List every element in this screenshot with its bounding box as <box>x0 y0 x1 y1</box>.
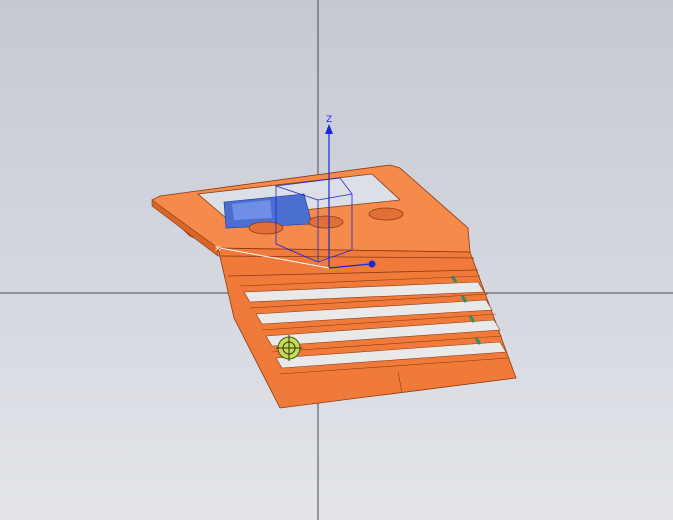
part-hole-2[interactable] <box>308 215 344 229</box>
part-hole-3[interactable] <box>368 207 404 221</box>
3d-viewport[interactable]: × Z <box>0 0 673 520</box>
part-model[interactable] <box>151 164 517 409</box>
x-axis-marker: × <box>214 244 222 254</box>
scene-canvas[interactable]: × Z <box>0 0 673 520</box>
part-hole-1[interactable] <box>248 221 284 235</box>
z-axis-label: Z <box>326 115 332 125</box>
